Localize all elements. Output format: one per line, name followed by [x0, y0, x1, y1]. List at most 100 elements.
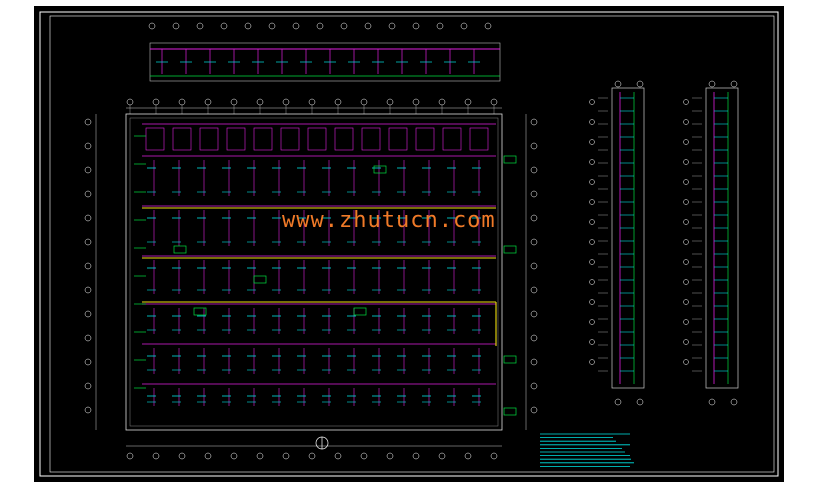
axis-bubble	[683, 239, 689, 245]
axis-bubble	[589, 359, 595, 365]
axis-bubble	[589, 179, 595, 185]
axis-bubble	[172, 22, 180, 30]
axis-bubble	[268, 22, 276, 30]
room-box	[199, 127, 219, 151]
axis-bubble	[683, 319, 689, 325]
outer-border	[39, 11, 779, 477]
valve-tag	[353, 307, 367, 316]
axis-bubble	[360, 452, 368, 460]
axis-bubble	[334, 98, 342, 106]
axis-bubble	[530, 190, 538, 198]
axis-bubble	[244, 22, 252, 30]
axis-bubble	[530, 262, 538, 270]
axis-bubble	[589, 139, 595, 145]
axis-bubble	[460, 22, 468, 30]
room-box	[253, 127, 273, 151]
axis-bubble	[589, 319, 595, 325]
valve-tag	[253, 275, 267, 284]
room-box	[226, 127, 246, 151]
axis-bubble	[683, 279, 689, 285]
axis-bubble	[438, 98, 446, 106]
valve-tag	[503, 355, 517, 364]
axis-bubble	[636, 80, 644, 88]
axis-bubble	[364, 22, 372, 30]
axis-bubble	[490, 452, 498, 460]
axis-bubble	[636, 398, 644, 406]
axis-bubble	[484, 22, 492, 30]
axis-bubble	[530, 358, 538, 366]
axis-bubble	[530, 382, 538, 390]
axis-bubble	[282, 98, 290, 106]
room-box	[280, 127, 300, 151]
axis-bubble	[84, 238, 92, 246]
room-box	[361, 127, 381, 151]
axis-bubble	[230, 452, 238, 460]
valve-tag	[503, 245, 517, 254]
watermark-text: www.zhutucn.com	[282, 208, 496, 233]
axis-bubble	[126, 98, 134, 106]
axis-bubble	[530, 142, 538, 150]
axis-bubble	[589, 339, 595, 345]
axis-bubble	[683, 359, 689, 365]
section-view-left	[589, 80, 645, 406]
axis-bubble	[308, 452, 316, 460]
axis-bubble	[178, 98, 186, 106]
axis-bubble	[256, 98, 264, 106]
axis-bubble	[340, 22, 348, 30]
room-box	[307, 127, 327, 151]
axis-bubble	[152, 452, 160, 460]
axis-bubble	[84, 286, 92, 294]
axis-bubble	[412, 452, 420, 460]
axis-bubble	[412, 22, 420, 30]
axis-bubble	[683, 139, 689, 145]
axis-bubble	[614, 398, 622, 406]
axis-bubble	[412, 98, 420, 106]
axis-bubble	[126, 452, 134, 460]
room-box	[388, 127, 408, 151]
axis-bubble	[708, 398, 716, 406]
section-view-right	[683, 80, 739, 406]
axis-bubble	[614, 80, 622, 88]
axis-bubble	[730, 398, 738, 406]
axis-bubble	[683, 219, 689, 225]
axis-bubble	[589, 279, 595, 285]
axis-bubble	[386, 98, 394, 106]
design-notes-block	[540, 433, 634, 467]
axis-bubble	[589, 199, 595, 205]
axis-bubble	[589, 219, 595, 225]
axis-bubble	[178, 452, 186, 460]
axis-bubble	[683, 199, 689, 205]
axis-bubble	[683, 339, 689, 345]
axis-bubble	[84, 310, 92, 318]
axis-bubble	[589, 299, 595, 305]
valve-tag	[503, 407, 517, 416]
axis-bubble	[438, 452, 446, 460]
axis-bubble	[683, 299, 689, 305]
axis-bubble	[730, 80, 738, 88]
axis-bubble	[230, 98, 238, 106]
room-box	[172, 127, 192, 151]
axis-bubble	[464, 452, 472, 460]
axis-bubble	[84, 214, 92, 222]
axis-bubble	[530, 286, 538, 294]
axis-bubble	[308, 98, 316, 106]
axis-bubble	[84, 262, 92, 270]
axis-bubble	[530, 238, 538, 246]
axis-bubble	[530, 214, 538, 222]
inner-border	[49, 15, 775, 473]
room-box	[469, 127, 489, 151]
axis-bubble	[204, 452, 212, 460]
axis-bubble	[84, 382, 92, 390]
room-box	[145, 127, 165, 151]
axis-bubble	[84, 118, 92, 126]
axis-bubble	[148, 22, 156, 30]
axis-bubble	[683, 99, 689, 105]
axis-bubble	[589, 159, 595, 165]
axis-bubble	[256, 452, 264, 460]
axis-bubble	[84, 334, 92, 342]
room-box	[334, 127, 354, 151]
axis-bubble	[388, 22, 396, 30]
axis-bubble	[490, 98, 498, 106]
axis-bubble	[530, 406, 538, 414]
cad-drawing	[39, 11, 779, 477]
